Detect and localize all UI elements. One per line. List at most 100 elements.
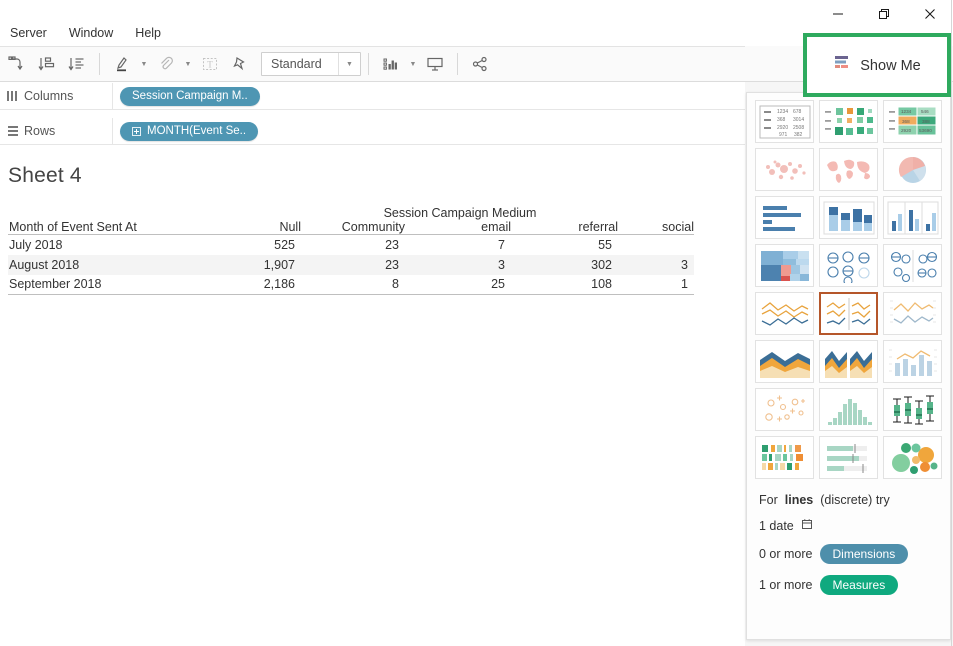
table-row[interactable]: July 2018 525 23 7 55	[8, 234, 694, 255]
row-header-label: Month of Event Sent At	[9, 220, 137, 234]
show-me-label: Show Me	[860, 57, 921, 74]
text-box-icon[interactable]: T	[195, 49, 225, 79]
rec-prefix: For	[759, 493, 778, 507]
table-bottom-rule	[8, 294, 694, 315]
thumb-area-charts-continuous[interactable]	[755, 340, 814, 383]
thumb-bullet-graphs[interactable]	[819, 436, 878, 479]
columns-shelf-dropzone[interactable]: Session Campaign M..	[112, 82, 745, 110]
rec-suffix: (discrete) try	[820, 493, 890, 507]
cell-social[interactable]: 1	[618, 275, 694, 295]
requirement-measures-label: 1 or more	[759, 578, 813, 592]
fit-select[interactable]: Standard ▼	[261, 52, 361, 76]
pill-month-event-sent-at[interactable]: MONTH(Event Se..	[120, 121, 259, 141]
table-row[interactable]: September 2018 2,186 8 25 108 1	[8, 275, 694, 295]
cell-email[interactable]: 25	[405, 275, 511, 295]
pin-icon[interactable]	[225, 49, 255, 79]
thumb-treemap[interactable]	[755, 244, 814, 287]
attach-icon[interactable]	[151, 49, 181, 79]
thumb-scatter-plots[interactable]	[755, 388, 814, 431]
thumb-box-and-whisker-plots[interactable]	[883, 388, 942, 431]
menu-item-help[interactable]: Help	[135, 26, 161, 40]
column-header-null[interactable]: Null	[226, 220, 301, 235]
thumb-lines-continuous[interactable]	[755, 292, 814, 335]
column-header-email[interactable]: email	[405, 220, 511, 235]
thumb-side-by-side-bars[interactable]	[883, 196, 942, 239]
show-me-footer: For lines (discrete) try 1 date 0 or mor…	[747, 483, 950, 595]
show-me-dropdown-caret[interactable]: ▼	[406, 49, 420, 79]
close-button[interactable]	[907, 0, 953, 28]
column-header-referral[interactable]: referral	[511, 220, 618, 235]
fit-select-value: Standard	[271, 57, 322, 71]
thumb-packed-bubbles[interactable]	[883, 436, 942, 479]
sort-ascending-icon[interactable]	[32, 49, 62, 79]
minimize-button[interactable]	[815, 0, 861, 28]
highlighter-dropdown-caret[interactable]: ▼	[137, 49, 151, 79]
cell-referral[interactable]: 108	[511, 275, 618, 295]
toolbar-separator-2	[368, 53, 369, 75]
thumb-highlight-table[interactable]: 1234 546 368 388 2920 53690	[883, 100, 942, 143]
thumb-horizontal-bars[interactable]	[755, 196, 814, 239]
cell-referral[interactable]: 302	[511, 255, 618, 275]
thumb-filled-maps[interactable]	[819, 148, 878, 191]
cell-email[interactable]: 7	[405, 234, 511, 255]
tableau-window: Server Window Help ▼ ▼ T Standard ▼ ▼ Co…	[0, 0, 953, 646]
measures-pill: Measures	[819, 575, 899, 595]
cell-email[interactable]: 3	[405, 255, 511, 275]
title-bar	[0, 0, 953, 20]
share-icon[interactable]	[465, 49, 495, 79]
thumb-lines-discrete[interactable]	[819, 292, 878, 335]
thumb-heat-map[interactable]	[819, 100, 878, 143]
requirement-measures: 1 or more Measures	[759, 575, 938, 595]
column-header-community[interactable]: Community	[301, 220, 405, 235]
restore-button[interactable]	[861, 0, 907, 28]
rows-shelf-dropzone[interactable]: MONTH(Event Se..	[112, 117, 745, 145]
menu-item-server[interactable]: Server	[10, 26, 47, 40]
cell-null[interactable]: 1,907	[226, 255, 301, 275]
column-group-header-row: Session Campaign Medium	[8, 206, 694, 220]
show-me-bar-icon[interactable]	[376, 49, 406, 79]
cell-community[interactable]: 8	[301, 275, 405, 295]
svg-text:2920: 2920	[777, 125, 788, 131]
thumb-symbol-maps[interactable]	[755, 148, 814, 191]
menu-item-window[interactable]: Window	[69, 26, 113, 40]
columns-shelf[interactable]: Columns Session Campaign M..	[0, 82, 745, 110]
thumb-area-charts-discrete[interactable]	[819, 340, 878, 383]
presentation-mode-icon[interactable]	[420, 49, 450, 79]
svg-text:53690: 53690	[919, 128, 932, 133]
column-header-social[interactable]: social	[618, 220, 694, 235]
pill-label: MONTH(Event Se..	[147, 125, 247, 137]
cell-null[interactable]: 2,186	[226, 275, 301, 295]
cell-community[interactable]: 23	[301, 234, 405, 255]
thumb-side-by-side-circles[interactable]	[883, 244, 942, 287]
column-group-header: Session Campaign Medium	[383, 206, 537, 220]
expand-plus-icon[interactable]	[132, 126, 141, 136]
svg-text:3014: 3014	[793, 117, 804, 123]
thumb-text-table[interactable]: 1234 678 368 3014 2920 2508 971 382	[755, 100, 814, 143]
thumb-gantt[interactable]	[755, 436, 814, 479]
cell-community[interactable]: 23	[301, 255, 405, 275]
sort-descending-icon[interactable]	[62, 49, 92, 79]
thumb-dual-lines[interactable]	[883, 292, 942, 335]
show-me-bar-icon	[833, 55, 851, 76]
cell-social[interactable]	[618, 234, 694, 255]
svg-text:368: 368	[777, 117, 786, 123]
pill-session-campaign-medium[interactable]: Session Campaign M..	[120, 86, 260, 106]
cell-null[interactable]: 525	[226, 234, 301, 255]
thumb-dual-combination[interactable]	[883, 340, 942, 383]
highlighter-icon[interactable]	[107, 49, 137, 79]
cell-social[interactable]: 3	[618, 255, 694, 275]
thumb-histogram[interactable]	[819, 388, 878, 431]
svg-text:546: 546	[921, 109, 929, 114]
attach-dropdown-caret[interactable]: ▼	[181, 49, 195, 79]
requirement-dimensions: 0 or more Dimensions	[759, 544, 938, 564]
show-me-button[interactable]: Show Me	[806, 36, 948, 94]
table-row[interactable]: August 2018 1,907 23 3 302 3	[8, 254, 694, 275]
cell-referral[interactable]: 55	[511, 234, 618, 255]
thumb-stacked-bars[interactable]	[819, 196, 878, 239]
rows-shelf[interactable]: Rows MONTH(Event Se..	[0, 117, 745, 145]
swap-rows-columns-icon[interactable]	[2, 49, 32, 79]
thumb-pie-chart[interactable]	[883, 148, 942, 191]
chevron-down-icon[interactable]: ▼	[338, 53, 360, 75]
rec-bold: lines	[784, 493, 814, 507]
thumb-circle-views[interactable]	[819, 244, 878, 287]
